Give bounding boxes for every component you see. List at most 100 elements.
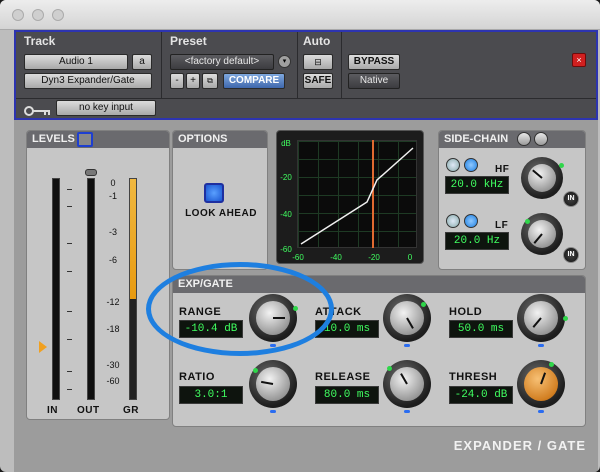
sidechain-panel: SIDE-CHAIN HF 20.0 kHz IN LF 20.0 Hz IN: [438, 130, 586, 270]
thresh-value[interactable]: -24.0 dB: [449, 386, 513, 404]
output-clip-led: [85, 169, 97, 176]
output-meter: [87, 178, 95, 400]
compare-button[interactable]: COMPARE: [223, 73, 285, 89]
look-ahead-button[interactable]: [204, 183, 224, 203]
graph-x-tick: -20: [368, 253, 380, 262]
scale-mark: [67, 371, 72, 372]
divider: [16, 98, 596, 99]
sidechain-title: SIDE-CHAIN: [439, 131, 585, 148]
lf-label: LF: [495, 220, 509, 231]
lf-in-button[interactable]: IN: [563, 247, 579, 263]
preset-previous-button[interactable]: -: [170, 73, 184, 89]
graph-x-tick: -40: [330, 253, 342, 262]
levels-panel: LEVELS 0 -1 -3 -6 -12 -18 -30 -60 IN OUT…: [26, 130, 170, 420]
bypass-button[interactable]: BYPASS: [348, 54, 400, 70]
auto-title: Auto: [303, 34, 331, 48]
ratio-value[interactable]: 3.0:1: [179, 386, 243, 404]
plugin-header: Track Preset Auto Audio 1 a Dyn3 Expande…: [14, 30, 598, 120]
ratio-led: [253, 368, 258, 373]
scale-mark: [67, 339, 72, 340]
threshold-marker-icon[interactable]: [39, 341, 47, 353]
close-icon[interactable]: ×: [572, 53, 586, 67]
release-label: RELEASE: [315, 371, 371, 383]
preset-title: Preset: [170, 34, 207, 48]
native-indicator: Native: [348, 73, 400, 89]
track-channel-button[interactable]: a: [132, 54, 152, 70]
hold-knob[interactable]: [517, 294, 565, 342]
lf-value[interactable]: 20.0 Hz: [445, 232, 509, 250]
hf-shelf-icon[interactable]: [446, 158, 460, 172]
scale-mark: [67, 189, 72, 190]
options-panel: OPTIONS LOOK AHEAD: [172, 130, 268, 270]
divider: [341, 32, 342, 98]
preset-menu-arrow-icon[interactable]: ▾: [278, 55, 291, 68]
level-tick: -12: [106, 297, 120, 307]
minimize-window-button[interactable]: [32, 9, 44, 21]
close-window-button[interactable]: [12, 9, 24, 21]
divider: [161, 32, 162, 98]
transfer-curve: [300, 140, 414, 248]
plugin-selector-button[interactable]: Dyn3 Expander/Gate: [24, 73, 152, 89]
attack-led: [421, 302, 426, 307]
scale-mark: [67, 389, 72, 390]
release-indicator: [404, 410, 410, 413]
ratio-label: RATIO: [179, 371, 215, 383]
thresh-led: [549, 362, 554, 367]
thresh-indicator: [538, 410, 544, 413]
lf-shelf-icon[interactable]: [446, 214, 460, 228]
hold-label: HOLD: [449, 306, 483, 318]
preset-next-button[interactable]: +: [186, 73, 200, 89]
hold-indicator: [538, 344, 544, 347]
meter-peak-icon[interactable]: [77, 132, 93, 147]
transfer-graph: dB -20 -40 -60 -60 -40 -20 0: [276, 130, 424, 264]
preset-librarian-icon[interactable]: ⧉: [202, 73, 218, 89]
options-title-text: OPTIONS: [178, 133, 228, 145]
hf-value[interactable]: 20.0 kHz: [445, 176, 509, 194]
scale-mark: [67, 271, 72, 272]
gain-reduction-meter-fill: [130, 179, 136, 299]
level-tick: 0: [110, 178, 116, 188]
hf-filter-icon[interactable]: [464, 158, 478, 172]
input-meter: [52, 178, 60, 400]
thresh-label: THRESH: [449, 371, 498, 383]
key-icon: [24, 103, 52, 116]
levels-title: LEVELS: [27, 131, 169, 148]
scale-mark: [67, 311, 72, 312]
hold-value[interactable]: 50.0 ms: [449, 320, 513, 338]
plugin-window: Track Preset Auto Audio 1 a Dyn3 Expande…: [0, 0, 600, 472]
release-value[interactable]: 80.0 ms: [315, 386, 379, 404]
look-ahead-label: LOOK AHEAD: [185, 208, 257, 219]
automation-window-icon[interactable]: ⊟: [303, 54, 333, 70]
thresh-knob[interactable]: [517, 360, 565, 408]
ratio-indicator: [270, 410, 276, 413]
key-listen-icon[interactable]: [534, 132, 548, 146]
plugin-body: LEVELS 0 -1 -3 -6 -12 -18 -30 -60 IN OUT…: [14, 120, 598, 472]
hf-in-button[interactable]: IN: [563, 191, 579, 207]
attack-indicator: [404, 344, 410, 347]
key-input-selector[interactable]: no key input: [56, 100, 156, 116]
lf-led: [525, 219, 530, 224]
level-tick: -30: [106, 360, 120, 370]
track-title: Track: [24, 34, 56, 48]
lf-filter-icon[interactable]: [464, 214, 478, 228]
headphone-icon[interactable]: [517, 132, 531, 146]
scale-mark: [67, 206, 72, 207]
input-meter-label: IN: [47, 405, 58, 416]
output-meter-label: OUT: [77, 405, 100, 416]
divider: [297, 32, 298, 98]
hf-knob[interactable]: [521, 157, 563, 199]
gain-reduction-label: GR: [123, 405, 139, 416]
scale-mark: [67, 243, 72, 244]
hf-label: HF: [495, 164, 510, 175]
zoom-window-button[interactable]: [52, 9, 64, 21]
graph-y-tick: dB: [281, 139, 291, 148]
safe-button[interactable]: SAFE: [303, 73, 333, 89]
level-tick: -3: [108, 227, 117, 237]
preset-menu[interactable]: <factory default>: [170, 54, 274, 70]
level-tick: -1: [108, 191, 117, 201]
hf-led: [559, 163, 564, 168]
levels-title-text: LEVELS: [32, 133, 75, 145]
sidechain-title-text: SIDE-CHAIN: [444, 133, 509, 145]
range-highlight-annotation: [146, 262, 334, 356]
track-name-button[interactable]: Audio 1: [24, 54, 128, 70]
